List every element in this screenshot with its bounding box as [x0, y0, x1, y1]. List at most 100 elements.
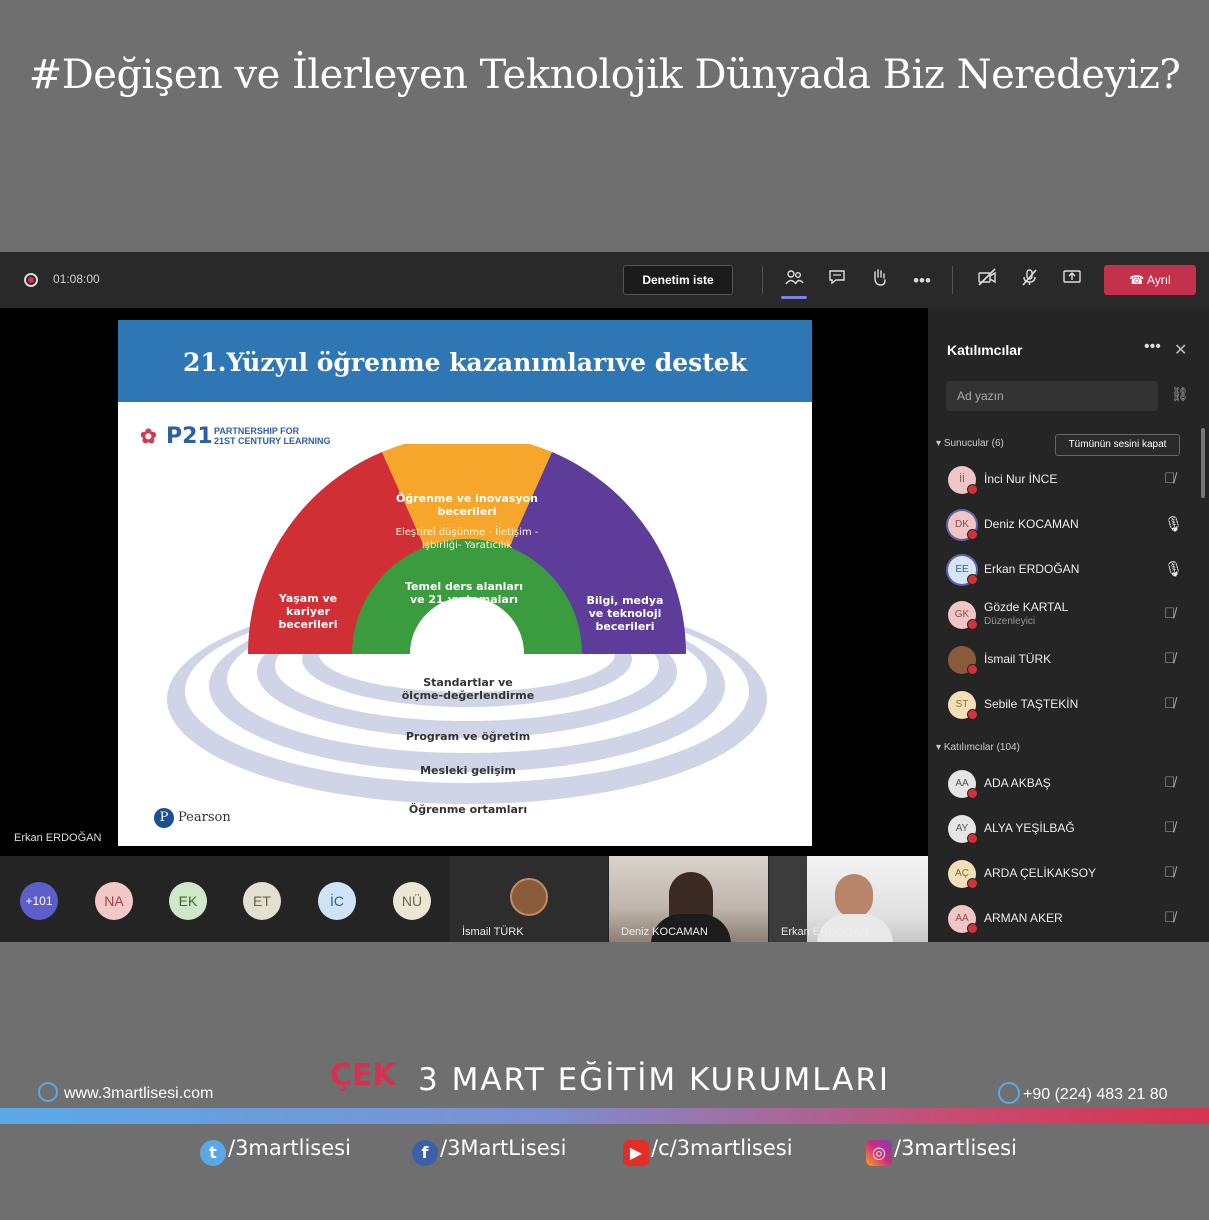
ring-label: Standartlar ve [423, 676, 513, 689]
participants-icon[interactable] [781, 268, 807, 294]
twitter-icon: t [200, 1140, 226, 1166]
participant-row[interactable]: AÇ ARDA ÇELİKAKSOY 🎙̸ [928, 854, 1209, 894]
arc-green-label: Temel ders alanları [405, 580, 523, 593]
phone-number[interactable]: +90 (224) 483 21 80 [998, 1082, 1168, 1104]
close-icon[interactable]: ✕ [1174, 340, 1187, 360]
website-label: www.3martlisesi.com [64, 1085, 214, 1102]
avatar: AA [948, 905, 978, 934]
microphone-off-icon[interactable]: 🎙̸ [1164, 774, 1175, 791]
avatar: DK [948, 511, 978, 540]
phone-icon [998, 1082, 1020, 1104]
pearson-label: Pearson [178, 810, 231, 825]
participant-row[interactable]: AY ALYA YEŞİLBAĞ 🎙̸ [928, 809, 1209, 849]
twitter-link[interactable]: t/3martlisesi [200, 1136, 351, 1166]
participant-search-input[interactable] [946, 381, 1158, 411]
microphone-icon[interactable]: 🎙 [1164, 560, 1183, 578]
avatar[interactable]: EK [169, 882, 207, 920]
more-options-icon[interactable]: ••• [1144, 338, 1161, 356]
meeting-toolbar: 01:08:00 Denetim iste ••• ☎ Ayrıl [0, 252, 1209, 308]
participant-row[interactable]: GK Gözde KARTAL Düzenleyici 🎙̸ [928, 595, 1209, 635]
tile-name: Deniz KOCAMAN [621, 926, 708, 938]
youtube-icon: ▶ [623, 1140, 649, 1166]
microphone-off-icon[interactable]: 🎙̸ [1164, 909, 1175, 926]
tile-name: Erkan ERDOĞAN [781, 926, 869, 938]
leave-button[interactable]: ☎ Ayrıl [1104, 265, 1196, 295]
arc-orange-title: Öğrenme ve inovasyon [396, 491, 538, 505]
globe-icon [38, 1082, 58, 1102]
twitter-label: /3martlisesi [228, 1136, 351, 1160]
participant-row[interactable]: AA ARMAN AKER 🎙̸ [928, 899, 1209, 939]
microphone-off-icon[interactable]: 🎙̸ [1164, 695, 1175, 712]
ring-label: Mesleki gelişim [420, 764, 516, 777]
participant-name: ADA AKBAŞ [984, 776, 1051, 790]
chevron-down-icon: ▾ [936, 438, 944, 449]
video-tile[interactable]: İsmail TÜRK [450, 856, 608, 942]
participant-name: ARDA ÇELİKAKSOY [984, 866, 1097, 880]
participant-row[interactable]: ST Sebile TAŞTEKİN 🎙̸ [928, 685, 1209, 725]
microphone-icon[interactable]: 🎙 [1164, 515, 1183, 533]
cek-logo: ÇEK [330, 1058, 396, 1093]
presenter-name: Erkan ERDOĞAN [14, 832, 102, 844]
website-link[interactable]: www.3martlisesi.com [38, 1082, 213, 1103]
pearson-logo: P Pearson [154, 808, 231, 828]
avatar: AY [948, 815, 978, 844]
microphone-off-icon[interactable]: 🎙̸ [1164, 470, 1175, 487]
participant-strip: +101 NA EK ET İC NÜ İsmail TÜRK Deniz KO… [0, 856, 928, 942]
avatar[interactable]: NA [95, 882, 133, 920]
avatar[interactable]: İC [318, 882, 356, 920]
request-control-button[interactable]: Denetim iste [623, 265, 733, 295]
microphone-off-icon[interactable]: 🎙̸ [1164, 864, 1175, 881]
p21-subtitle-line: PARTNERSHIP FOR [214, 426, 300, 436]
video-tile[interactable]: Deniz KOCAMAN [609, 856, 768, 942]
user-photo-avatar [510, 878, 548, 916]
headline: #Değişen ve İlerleyen Teknolojik Dünyada… [28, 52, 1181, 98]
mute-all-button[interactable]: Tümünün sesini kapat [1055, 434, 1180, 456]
recording-icon [24, 273, 38, 287]
microphone-off-icon[interactable] [1016, 268, 1042, 294]
avatar: İİ [948, 466, 978, 495]
p21-subtitle: PARTNERSHIP FOR 21ST CENTURY LEARNING [214, 426, 374, 446]
pearson-p-icon: P [154, 808, 174, 828]
avatar[interactable]: ET [243, 882, 281, 920]
participant-name: İnci Nur İNCE [984, 472, 1058, 486]
chat-icon[interactable] [824, 268, 850, 294]
youtube-link[interactable]: ▶/c/3martlisesi [623, 1136, 793, 1166]
attendees-header-label: Katılımcılar (104) [943, 742, 1020, 753]
microphone-off-icon[interactable]: 🎙̸ [1164, 605, 1175, 622]
video-tile[interactable]: Erkan ERDOĞAN [769, 856, 928, 942]
participant-row[interactable]: DK Deniz KOCAMAN 🎙 [928, 505, 1209, 545]
slide-title: 21.Yüzyıl öğrenme kazanımlarıve destek s… [118, 320, 812, 463]
avatar[interactable]: NÜ [393, 882, 431, 920]
instagram-link[interactable]: ◎/3martlisesi [866, 1136, 1017, 1166]
arc-orange-sub: Eleştirel düşünme - İletişim - [396, 525, 539, 538]
arc-orange-sub: İşbirliği- Yaratıcılık [422, 538, 512, 551]
participant-row[interactable]: İİ İnci Nur İNCE 🎙̸ [928, 460, 1209, 500]
camera-off-icon[interactable] [974, 268, 1000, 294]
presentation-slide: 21.Yüzyıl öğrenme kazanımlarıve destek s… [118, 320, 812, 846]
participant-name: Sebile TAŞTEKİN [984, 697, 1079, 711]
panel-title: Katılımcılar [947, 342, 1023, 358]
arc-purple-label: ve teknoloji [589, 607, 662, 620]
overflow-count[interactable]: +101 [20, 882, 58, 920]
avatar: AÇ [948, 860, 978, 889]
participant-row[interactable]: AA ADA AKBAŞ 🎙̸ [928, 764, 1209, 804]
share-screen-icon[interactable] [1059, 268, 1085, 294]
arc-red-label: kariyer [286, 605, 331, 618]
panel-scrollbar[interactable] [1201, 428, 1205, 498]
microphone-off-icon[interactable]: 🎙̸ [1164, 819, 1175, 836]
p21-flower-icon: ✿ [140, 426, 157, 448]
participant-row[interactable]: İsmail TÜRK 🎙̸ [928, 640, 1209, 680]
participant-row[interactable]: EE Erkan ERDOĞAN 🎙 [928, 550, 1209, 590]
p21-rainbow-diagram: Öğrenme ve inovasyon becerileri Eleştire… [167, 444, 767, 816]
participant-name: ARMAN AKER [984, 911, 1063, 925]
facebook-link[interactable]: f/3MartLisesi [412, 1136, 566, 1166]
attendees-section-header[interactable]: ▾ Katılımcılar (104) [936, 742, 1020, 753]
presenters-section-header[interactable]: ▾ Sunucular (6) [936, 438, 1004, 449]
link-icon[interactable]: ⛓ [1171, 386, 1189, 403]
microphone-off-icon[interactable]: 🎙̸ [1164, 650, 1175, 667]
youtube-label: /c/3martlisesi [651, 1136, 793, 1160]
raise-hand-icon[interactable] [866, 268, 892, 294]
participants-panel: Katılımcılar ••• ✕ ⛓ ▾ Sunucular (6) Tüm… [928, 308, 1209, 942]
brand-logo: ÇEK 3 MART EĞİTİM KURUMLARI [326, 1058, 906, 1108]
more-options-icon[interactable]: ••• [909, 268, 935, 294]
